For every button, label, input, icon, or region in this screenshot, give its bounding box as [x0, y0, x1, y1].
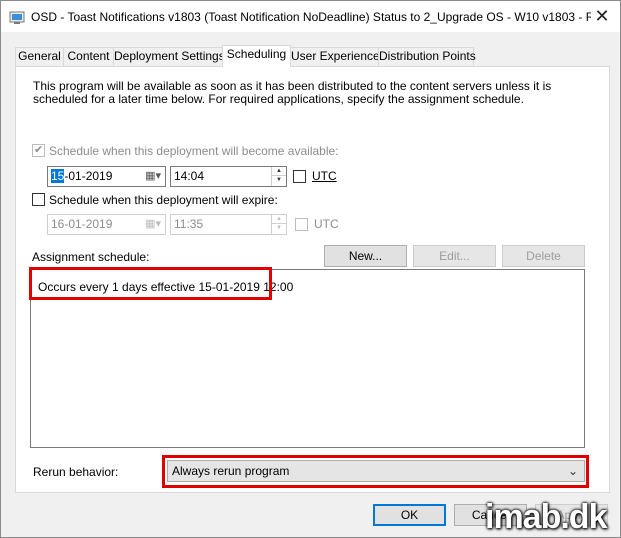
expire-utc-label: UTC — [314, 217, 339, 231]
spin-down-icon[interactable]: ▼ — [272, 176, 286, 185]
expire-checkbox[interactable] — [32, 193, 45, 206]
spin-up-icon[interactable]: ▲ — [272, 167, 286, 176]
available-date-field[interactable]: 15-01-2019 ▦▾ — [47, 166, 166, 187]
expire-time-value: 11:35 — [174, 217, 204, 231]
spin-up-icon[interactable]: ▲ — [272, 215, 286, 224]
available-checkbox[interactable]: ✔ — [32, 144, 45, 157]
date-selected-segment: 15 — [51, 169, 65, 183]
close-icon[interactable]: ✕ — [591, 6, 613, 26]
tab-distribution-points[interactable]: Distribution Points — [378, 47, 476, 66]
expire-time-field[interactable]: 11:35 ▲ ▼ — [170, 214, 287, 235]
edit-schedule-button[interactable]: Edit... — [413, 245, 496, 267]
tab-general[interactable]: General — [15, 47, 64, 66]
date-rest-segment: -01-2019 — [64, 169, 113, 183]
rerun-behavior-label: Rerun behavior: — [33, 465, 119, 479]
expire-label: Schedule when this deployment will expir… — [49, 193, 278, 207]
available-label: Schedule when this deployment will becom… — [49, 144, 339, 158]
window-title: OSD - Toast Notifications v1803 (Toast N… — [31, 10, 591, 24]
ok-button[interactable]: OK — [373, 504, 446, 526]
tab-deployment-settings[interactable]: Deployment Settings — [113, 47, 225, 66]
spin-down-icon[interactable]: ▼ — [272, 224, 286, 233]
tab-user-experience[interactable]: User Experience — [290, 47, 380, 66]
title-bar[interactable]: OSD - Toast Notifications v1803 (Toast N… — [1, 1, 620, 32]
available-utc-label: UTC — [312, 169, 337, 183]
available-time-value: 14:04 — [174, 169, 205, 183]
watermark: imab.dk — [485, 498, 607, 536]
expire-utc-checkbox[interactable] — [295, 218, 308, 231]
time-spinner[interactable]: ▲ ▼ — [271, 167, 286, 186]
available-time-field[interactable]: 14:04 ▲ ▼ — [170, 166, 287, 187]
assignment-schedule-label: Assignment schedule: — [32, 250, 150, 264]
calendar-dropdown-icon[interactable]: ▦▾ — [145, 170, 161, 183]
app-icon — [9, 11, 25, 24]
expire-date-value: 16-01-2019 — [51, 217, 113, 231]
time-spinner[interactable]: ▲ ▼ — [271, 215, 286, 234]
tab-scheduling[interactable]: Scheduling — [222, 45, 291, 67]
scheduling-description: This program will be available as soon a… — [33, 79, 552, 106]
highlight-box — [29, 267, 272, 300]
calendar-dropdown-icon[interactable]: ▦▾ — [145, 218, 161, 231]
delete-schedule-button[interactable]: Delete — [502, 245, 585, 267]
highlight-box — [162, 455, 589, 488]
checkmark-icon: ✔ — [34, 144, 44, 156]
tab-content[interactable]: Content — [63, 47, 114, 66]
properties-dialog: OSD - Toast Notifications v1803 (Toast N… — [0, 0, 621, 538]
new-schedule-button[interactable]: New... — [324, 245, 407, 267]
available-utc-checkbox[interactable] — [293, 170, 306, 183]
expire-date-field[interactable]: 16-01-2019 ▦▾ — [47, 214, 166, 235]
